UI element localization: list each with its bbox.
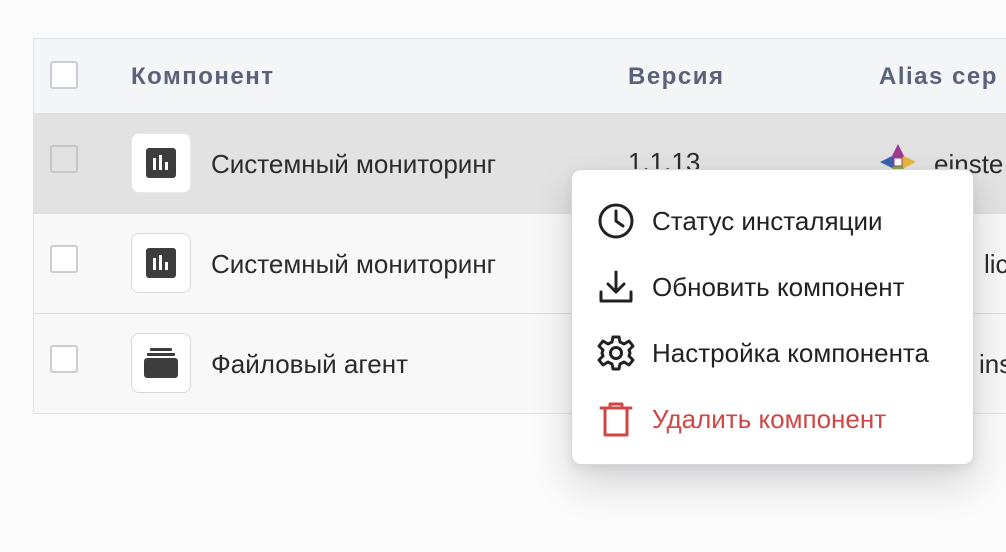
alias-server[interactable]: inste	[979, 349, 1006, 380]
select-all-checkbox[interactable]	[50, 61, 78, 89]
menu-item-update[interactable]: Обновить компонент	[572, 258, 973, 312]
gear-icon	[597, 335, 635, 371]
column-header-alias[interactable]: Alias сер	[879, 63, 998, 91]
menu-item-delete[interactable]: Удалить компонент	[572, 390, 973, 444]
row-checkbox[interactable]	[50, 145, 78, 173]
row-checkbox[interactable]	[50, 245, 78, 273]
column-header-version[interactable]: Версия	[628, 63, 724, 91]
trash-icon	[599, 402, 633, 437]
menu-item-label: Статус инсталяции	[652, 206, 883, 236]
component-icon-tile	[131, 233, 191, 293]
chart-icon	[146, 248, 176, 278]
menu-item-label: Обновить компонент	[652, 272, 905, 302]
component-name[interactable]: Файловый агент	[211, 349, 408, 380]
menu-item-label: Настройка компонента	[652, 338, 930, 368]
archive-icon	[144, 348, 178, 378]
component-name[interactable]: Системный мониторинг	[211, 249, 496, 280]
menu-item-install-status[interactable]: Статус инсталяции	[572, 192, 973, 246]
chart-icon	[146, 148, 176, 178]
table-header: Компонент Версия Alias сер	[34, 39, 1006, 114]
menu-item-settings[interactable]: Настройка компонента	[572, 324, 973, 378]
component-icon-tile	[131, 133, 191, 193]
clock-icon	[598, 203, 634, 239]
component-name[interactable]: Системный мониторинг	[211, 149, 496, 180]
menu-item-label: Удалить компонент	[652, 404, 887, 434]
row-checkbox[interactable]	[50, 345, 78, 373]
context-menu: Статус инсталяции Обновить компонент Нас…	[571, 169, 974, 465]
column-header-component[interactable]: Компонент	[131, 63, 275, 91]
download-icon	[599, 270, 633, 303]
alias-server[interactable]: lich	[984, 249, 1006, 280]
component-icon-tile	[131, 333, 191, 393]
